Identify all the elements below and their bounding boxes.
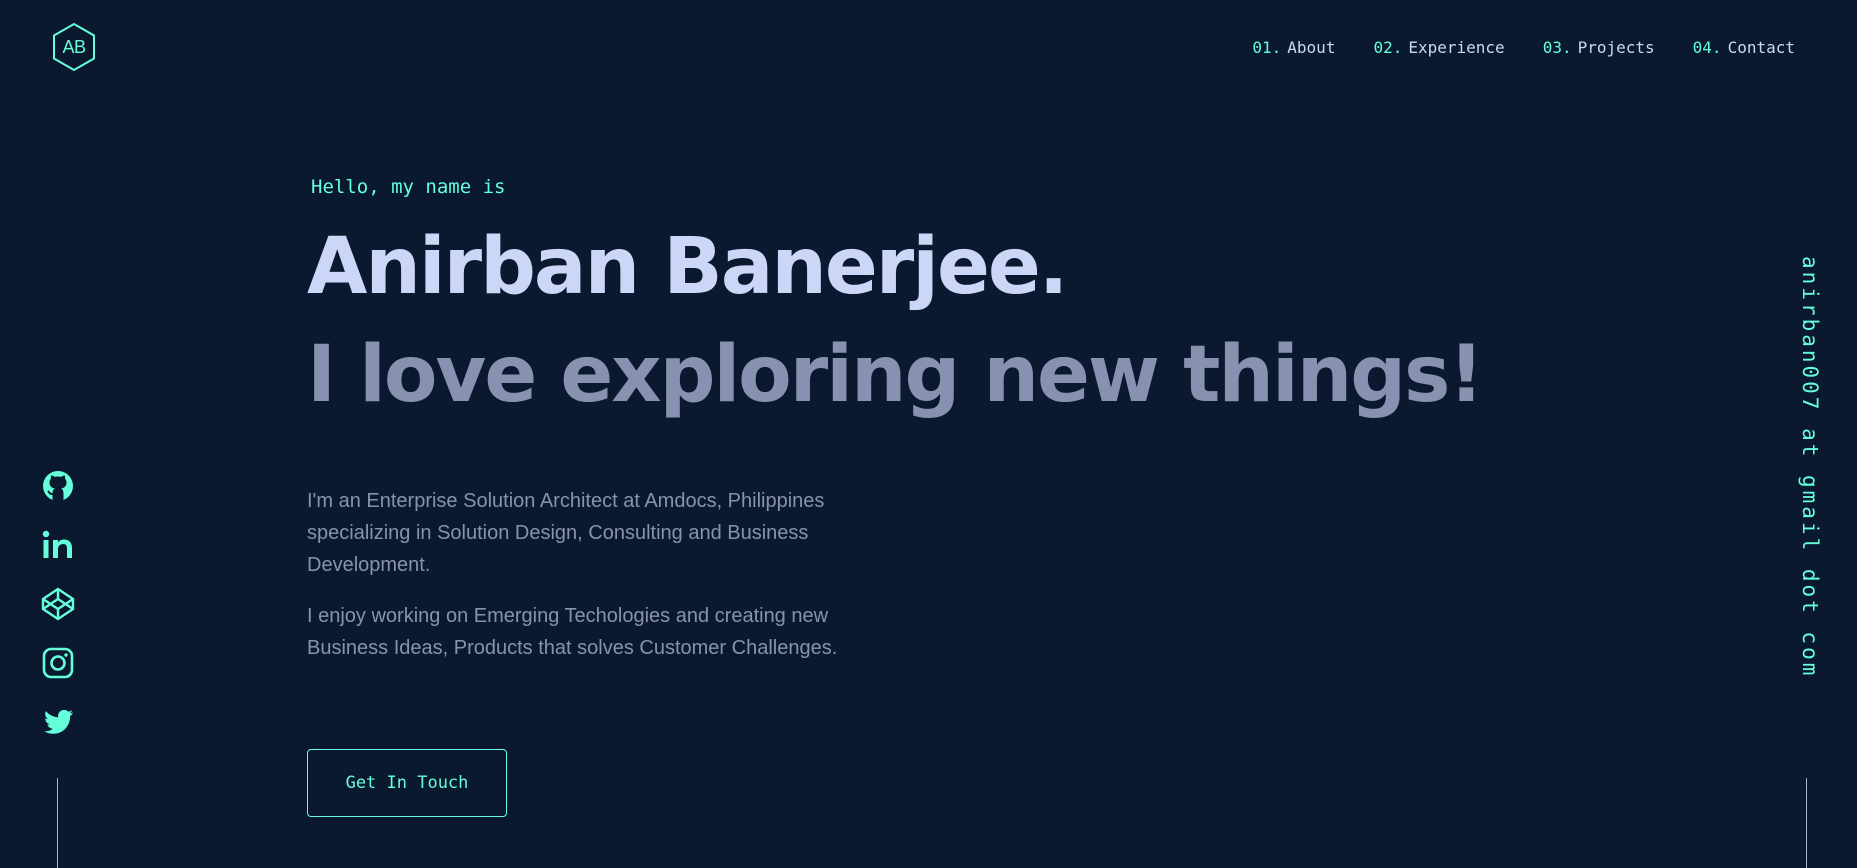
instagram-link[interactable] — [40, 645, 76, 681]
nav-item-number: 01. — [1252, 38, 1282, 57]
social-sidebar-line — [57, 778, 58, 868]
github-icon — [43, 471, 73, 501]
linkedin-icon — [42, 530, 72, 558]
nav-item-experience[interactable]: 02. Experience — [1373, 38, 1504, 57]
twitter-icon — [44, 709, 73, 734]
nav-item-number: 02. — [1373, 38, 1403, 57]
nav-item-contact[interactable]: 04. Contact — [1693, 38, 1795, 57]
instagram-icon — [42, 647, 74, 679]
email-link[interactable]: anirban007 at gmail dot com — [1792, 256, 1822, 678]
bio-paragraph: I'm an Enterprise Solution Architect at … — [307, 490, 825, 576]
hero-tagline: I love exploring new things! — [307, 330, 1484, 420]
nav-item-about[interactable]: 01. About — [1252, 38, 1335, 57]
main-nav: 01. About 02. Experience 03. Projects 04. Co… — [1214, 38, 1795, 57]
nav-item-label: Contact — [1727, 38, 1795, 57]
nav-item-label: About — [1287, 38, 1336, 57]
get-in-touch-button[interactable]: Get In Touch — [307, 749, 507, 817]
hero-bio: I'm an Enterprise Solution Architect at … — [307, 485, 907, 683]
linkedin-link[interactable] — [40, 527, 76, 563]
hero-name: Anirban Banerjee. — [307, 222, 1068, 312]
hero-greeting: Hello, my name is — [311, 176, 506, 198]
social-sidebar — [40, 468, 76, 763]
bio-paragraph: I enjoy working on Emerging Techologies … — [307, 605, 838, 659]
codepen-icon — [41, 587, 75, 621]
nav-item-label: Experience — [1408, 38, 1505, 57]
nav-item-label: Projects — [1577, 38, 1655, 57]
nav-item-number: 03. — [1542, 38, 1572, 57]
twitter-link[interactable] — [40, 704, 76, 740]
logo-link[interactable]: AB — [49, 22, 99, 72]
nav-item-number: 04. — [1692, 38, 1722, 57]
logo-text: AB — [62, 37, 86, 57]
codepen-link[interactable] — [40, 586, 76, 622]
github-link[interactable] — [40, 468, 76, 504]
nav-item-projects[interactable]: 03. Projects — [1543, 38, 1655, 57]
email-sidebar-line — [1806, 778, 1807, 868]
